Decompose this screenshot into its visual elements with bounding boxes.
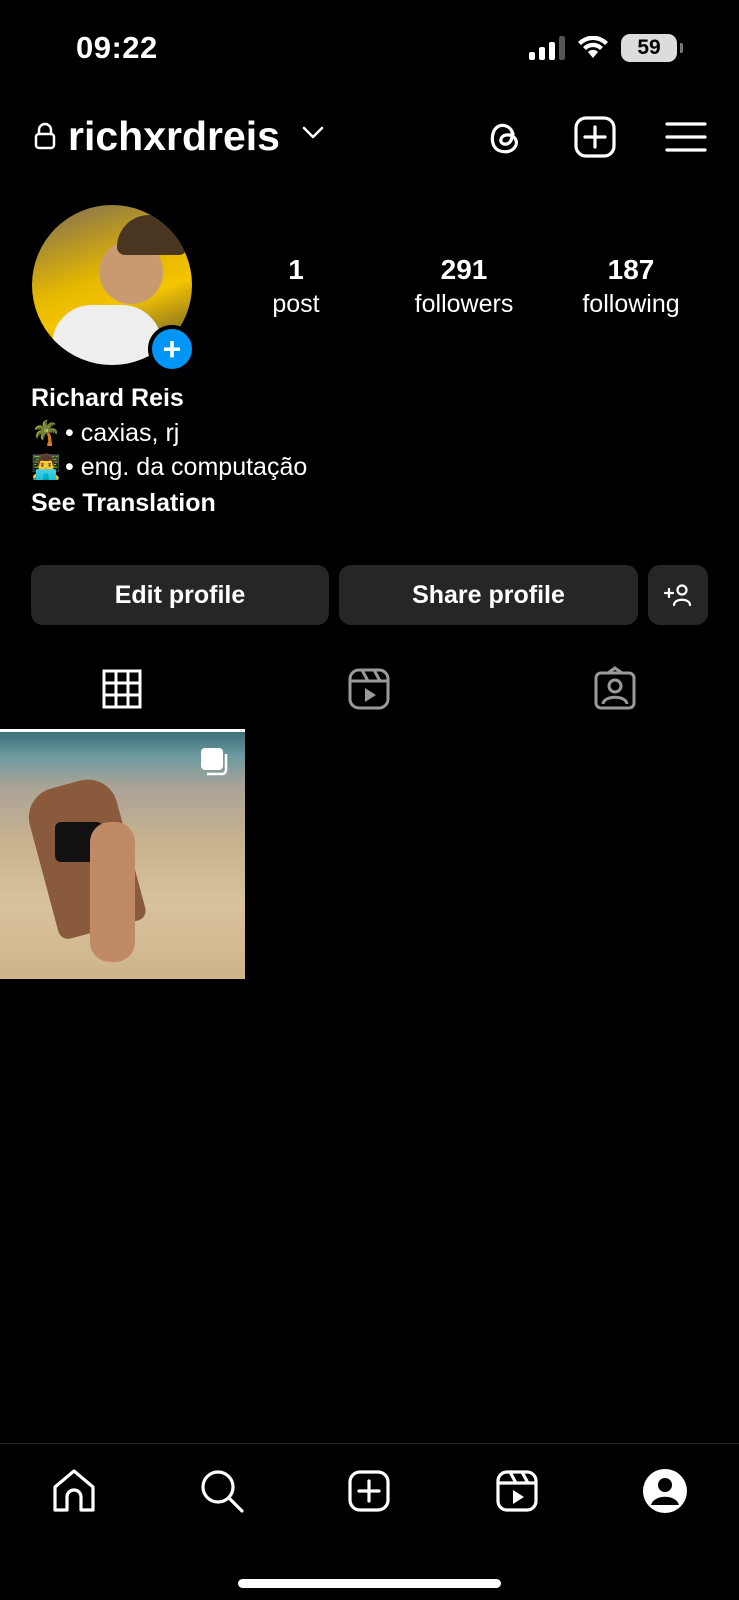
signal-icon xyxy=(529,36,565,60)
threads-icon[interactable] xyxy=(480,112,530,162)
home-icon[interactable] xyxy=(49,1466,99,1516)
see-translation-link[interactable]: See Translation xyxy=(31,489,216,518)
wifi-icon xyxy=(578,36,608,58)
profile-icon[interactable] xyxy=(640,1466,690,1516)
home-indicator xyxy=(238,1579,501,1588)
followers-count: 291 xyxy=(440,254,488,285)
reels-tab-icon[interactable] xyxy=(344,664,394,714)
stat-followers[interactable]: 291 followers xyxy=(394,254,534,319)
technologist-emoji: 👨‍💻 xyxy=(31,454,61,481)
display-name: Richard Reis xyxy=(31,384,184,412)
lock-icon xyxy=(34,122,56,150)
chevron-down-icon[interactable] xyxy=(302,126,324,140)
grid-icon[interactable] xyxy=(97,664,147,714)
stat-posts[interactable]: 1 post xyxy=(226,254,366,319)
bio-line: 👨‍💻 • eng. da computação xyxy=(31,453,307,482)
post-thumbnail[interactable] xyxy=(0,732,245,979)
palm-tree-emoji: 🌴 xyxy=(31,420,61,447)
create-icon[interactable] xyxy=(344,1466,394,1516)
bottom-nav xyxy=(0,1443,739,1600)
battery-icon: 59 xyxy=(621,34,683,62)
reels-icon[interactable] xyxy=(492,1466,542,1516)
edit-profile-button[interactable]: Edit profile xyxy=(31,565,329,625)
bio-line: 🌴 • caxias, rj xyxy=(31,419,179,448)
stat-following[interactable]: 187 following xyxy=(561,254,701,319)
discover-people-button[interactable] xyxy=(648,565,708,625)
battery-level: 59 xyxy=(637,36,661,59)
share-profile-button[interactable]: Share profile xyxy=(339,565,638,625)
menu-icon[interactable] xyxy=(661,112,711,162)
status-bar: 09:22 59 xyxy=(0,0,739,96)
following-label: following xyxy=(582,290,680,318)
username[interactable]: richxrdreis xyxy=(68,113,280,160)
profile-header: richxrdreis xyxy=(0,100,739,176)
tagged-icon[interactable] xyxy=(590,664,640,714)
bio-text: • caxias, rj xyxy=(65,419,180,447)
search-icon[interactable] xyxy=(197,1466,247,1516)
followers-label: followers xyxy=(414,290,514,318)
status-icons: 59 xyxy=(529,34,683,62)
status-time: 09:22 xyxy=(76,30,158,65)
add-person-icon xyxy=(663,584,692,607)
add-story-button[interactable]: + xyxy=(148,325,196,373)
following-count: 187 xyxy=(607,254,655,285)
posts-count: 1 xyxy=(288,254,304,285)
carousel-icon xyxy=(201,748,228,776)
posts-label: post xyxy=(272,290,320,318)
bio-text: • eng. da computação xyxy=(65,453,308,481)
new-post-icon[interactable] xyxy=(570,112,620,162)
